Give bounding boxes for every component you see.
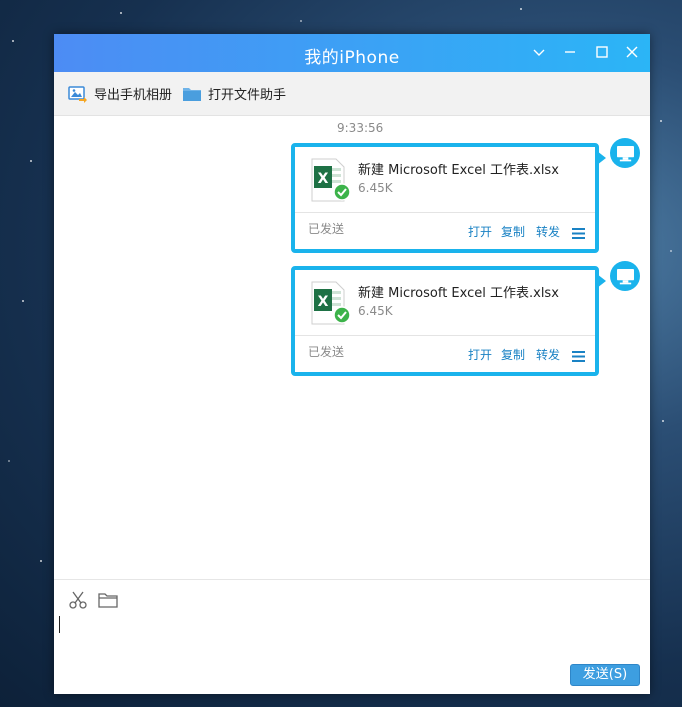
computer-icon <box>610 261 640 291</box>
folder-icon[interactable] <box>97 590 119 610</box>
folder-icon <box>182 84 202 104</box>
check-icon <box>333 183 351 201</box>
image-export-icon <box>68 84 88 104</box>
copy-button[interactable]: 复制 <box>501 223 525 240</box>
send-button[interactable]: 发送(S) <box>570 664 640 686</box>
message-input-area[interactable]: 发送(S) <box>54 579 650 694</box>
forward-button[interactable]: 转发 <box>536 223 560 240</box>
close-icon[interactable] <box>621 41 643 63</box>
export-album-label: 导出手机相册 <box>94 88 173 103</box>
chat-window: 我的iPhone 导出手机相册 打开文件助手 9:33:56 X 新建 Micr… <box>54 34 650 694</box>
file-message[interactable]: X 新建 Microsoft Excel 工作表.xlsx 6.45K 已发送 … <box>291 143 606 253</box>
bubble-notch <box>597 274 606 288</box>
excel-file-icon[interactable]: X <box>310 158 354 204</box>
bubble-notch <box>597 151 606 165</box>
menu-icon[interactable] <box>572 224 585 239</box>
copy-button[interactable]: 复制 <box>501 346 525 363</box>
open-button[interactable]: 打开 <box>468 223 492 240</box>
file-name[interactable]: 新建 Microsoft Excel 工作表.xlsx <box>358 159 559 178</box>
title-bar[interactable]: 我的iPhone <box>54 34 650 72</box>
toolbar: 导出手机相册 打开文件助手 <box>54 72 650 116</box>
check-icon <box>333 306 351 324</box>
sent-status: 已发送 <box>308 222 345 236</box>
text-caret <box>59 616 60 633</box>
open-file-assistant-button[interactable]: 打开文件助手 <box>182 84 286 104</box>
maximize-icon[interactable] <box>591 41 613 63</box>
minimize-icon[interactable] <box>559 41 581 63</box>
bubble-divider <box>295 212 595 213</box>
message-list[interactable]: 9:33:56 X 新建 Microsoft Excel 工作表.xlsx 6.… <box>54 116 650 579</box>
computer-icon <box>610 138 640 168</box>
message-timestamp: 9:33:56 <box>337 121 384 135</box>
scissors-icon[interactable] <box>67 590 89 610</box>
chevron-down-icon[interactable] <box>528 41 550 63</box>
menu-icon[interactable] <box>572 347 585 362</box>
forward-button[interactable]: 转发 <box>536 346 560 363</box>
svg-text:X: X <box>318 171 329 187</box>
sent-status: 已发送 <box>308 345 345 359</box>
bubble-divider <box>295 335 595 336</box>
open-button[interactable]: 打开 <box>468 346 492 363</box>
open-file-assistant-label: 打开文件助手 <box>208 88 287 103</box>
file-size: 6.45K <box>358 181 393 195</box>
file-name[interactable]: 新建 Microsoft Excel 工作表.xlsx <box>358 282 559 301</box>
file-size: 6.45K <box>358 304 393 318</box>
svg-text:X: X <box>318 294 329 310</box>
excel-file-icon[interactable]: X <box>310 281 354 327</box>
file-message[interactable]: X 新建 Microsoft Excel 工作表.xlsx 6.45K 已发送 … <box>291 266 606 376</box>
export-album-button[interactable]: 导出手机相册 <box>68 84 172 104</box>
